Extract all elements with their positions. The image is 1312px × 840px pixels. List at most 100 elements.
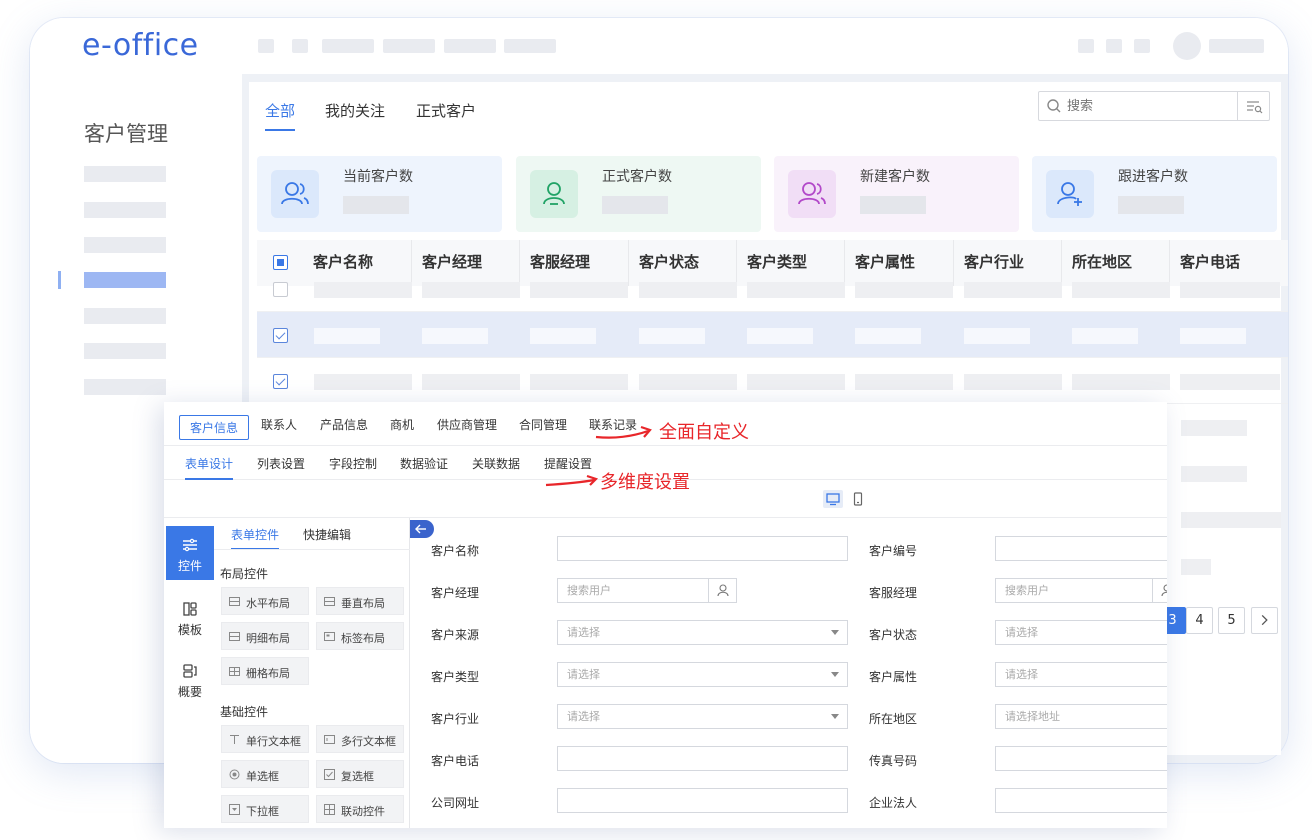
control-detail-layout[interactable]: 明细布局 (221, 622, 309, 650)
page-button[interactable]: 5 (1218, 607, 1245, 634)
avatar[interactable] (1173, 32, 1201, 60)
advanced-search-button[interactable] (1237, 92, 1269, 120)
service-manager-input[interactable]: 搜索用户 (995, 578, 1167, 603)
tab-form-controls[interactable]: 表单控件 (231, 526, 280, 550)
control-tab-layout[interactable]: 标签布局 (316, 622, 404, 650)
tab-my-follow[interactable]: 我的关注 (325, 100, 385, 129)
subtab-reminder-settings[interactable]: 提醒设置 (544, 455, 592, 472)
user-picker-button[interactable] (1152, 579, 1167, 602)
control-multi-line-text[interactable]: 多行文本框 (316, 725, 404, 753)
field-label: 传真号码 (869, 754, 918, 768)
next-page-button[interactable] (1251, 607, 1278, 634)
control-vertical-layout[interactable]: 垂直布局 (316, 587, 404, 615)
subtab-form-design[interactable]: 表单设计 (185, 455, 234, 480)
subtab-related-data[interactable]: 关联数据 (472, 455, 520, 472)
stat-label: 当前客户数 (343, 169, 413, 185)
customer-manager-input[interactable]: 搜索用户 (557, 578, 737, 603)
control-checkbox[interactable]: 复选框 (316, 760, 404, 788)
toolbar-placeholder[interactable] (1134, 39, 1150, 53)
region-select[interactable]: 请选择地址 (995, 704, 1167, 729)
cell-placeholder (1181, 420, 1247, 436)
group-title-basic: 基础控件 (220, 705, 269, 719)
sidebar-item[interactable] (84, 202, 166, 218)
stat-label: 新建客户数 (860, 169, 930, 185)
tab-formal-customers[interactable]: 正式客户 (416, 100, 476, 129)
row-checkbox[interactable] (273, 374, 288, 389)
nav-placeholder[interactable] (292, 39, 308, 53)
field-label: 所在地区 (869, 712, 918, 726)
customer-phone-input[interactable] (557, 746, 848, 771)
tab-product-info[interactable]: 产品信息 (320, 416, 368, 433)
control-linked[interactable]: 联动控件 (316, 795, 404, 823)
tab-supplier[interactable]: 供应商管理 (437, 416, 497, 433)
row-checkbox[interactable] (273, 328, 288, 343)
tab-opportunity[interactable]: 商机 (390, 416, 414, 433)
table-row[interactable] (257, 358, 1288, 404)
nav-placeholder[interactable] (444, 39, 496, 53)
toolbar-placeholder[interactable] (1106, 39, 1122, 53)
user-picker-button[interactable] (708, 579, 736, 602)
add-user-icon (1046, 170, 1094, 218)
rail-controls[interactable]: 控件 (166, 526, 214, 580)
fax-number-input[interactable] (995, 746, 1167, 771)
user-group-icon (788, 170, 836, 218)
subtab-list-settings[interactable]: 列表设置 (257, 455, 305, 472)
customer-status-select[interactable]: 请选择 (995, 620, 1167, 645)
table-row[interactable] (257, 312, 1288, 358)
stat-card-follow[interactable]: 跟进客户数 (1032, 156, 1277, 232)
field-label: 客户编号 (869, 544, 918, 558)
tab-contacts[interactable]: 联系人 (261, 416, 297, 433)
sidebar-item[interactable] (84, 166, 166, 182)
sidebar-item[interactable] (84, 343, 166, 359)
mobile-view-button[interactable] (848, 490, 868, 508)
company-website-input[interactable] (557, 788, 848, 813)
device-toolbar (164, 480, 1167, 518)
sidebar-item[interactable] (84, 237, 166, 253)
stat-value-placeholder (860, 196, 926, 214)
customer-attribute-select[interactable]: 请选择 (995, 662, 1167, 687)
customer-source-select[interactable]: 请选择 (557, 620, 848, 645)
legal-person-input[interactable] (995, 788, 1167, 813)
sidebar-item[interactable] (84, 379, 166, 395)
sidebar-item[interactable] (84, 308, 166, 324)
sidebar-item-active[interactable] (84, 272, 166, 288)
stat-card-new[interactable]: 新建客户数 (774, 156, 1019, 232)
user-icon (717, 584, 729, 597)
user-icon (530, 170, 578, 218)
table-row[interactable] (257, 266, 1288, 312)
tab-contract[interactable]: 合同管理 (519, 416, 567, 433)
rail-templates[interactable]: 模板 (166, 590, 214, 644)
app-logo: e-office (82, 28, 199, 63)
page-button[interactable]: 4 (1186, 607, 1213, 634)
customer-type-select[interactable]: 请选择 (557, 662, 848, 687)
nav-placeholder[interactable] (504, 39, 556, 53)
tab-quick-edit[interactable]: 快捷编辑 (303, 526, 351, 543)
control-single-line-text[interactable]: 单行文本框 (221, 725, 309, 753)
customer-number-input[interactable] (995, 536, 1167, 561)
nav-placeholder[interactable] (383, 39, 435, 53)
row-checkbox[interactable] (273, 282, 288, 297)
tab-all[interactable]: 全部 (265, 100, 296, 131)
subtab-data-validation[interactable]: 数据验证 (400, 455, 448, 472)
customer-name-input[interactable] (557, 536, 848, 561)
desktop-view-button[interactable] (823, 490, 843, 508)
subtab-field-control[interactable]: 字段控制 (329, 455, 377, 472)
control-grid-layout[interactable]: 栅格布局 (221, 657, 309, 685)
search-input[interactable] (1067, 96, 1232, 116)
search-icon (1047, 99, 1061, 113)
nav-placeholder[interactable] (258, 39, 274, 53)
collapse-panel-button[interactable] (410, 520, 434, 538)
rail-summary[interactable]: 概要 (166, 652, 214, 706)
control-horizontal-layout[interactable]: 水平布局 (221, 587, 309, 615)
control-dropdown[interactable]: 下拉框 (221, 795, 309, 823)
chevron-down-icon (831, 630, 839, 635)
control-radio[interactable]: 单选框 (221, 760, 309, 788)
stat-card-formal[interactable]: 正式客户数 (516, 156, 761, 232)
tab-customer-info[interactable]: 客户信息 (179, 415, 250, 440)
toolbar-placeholder[interactable] (1078, 39, 1094, 53)
stat-card-current[interactable]: 当前客户数 (257, 156, 502, 232)
desktop-icon (826, 493, 840, 506)
customer-industry-select[interactable]: 请选择 (557, 704, 848, 729)
nav-placeholder[interactable] (322, 39, 374, 53)
field-label: 客户属性 (869, 670, 918, 684)
